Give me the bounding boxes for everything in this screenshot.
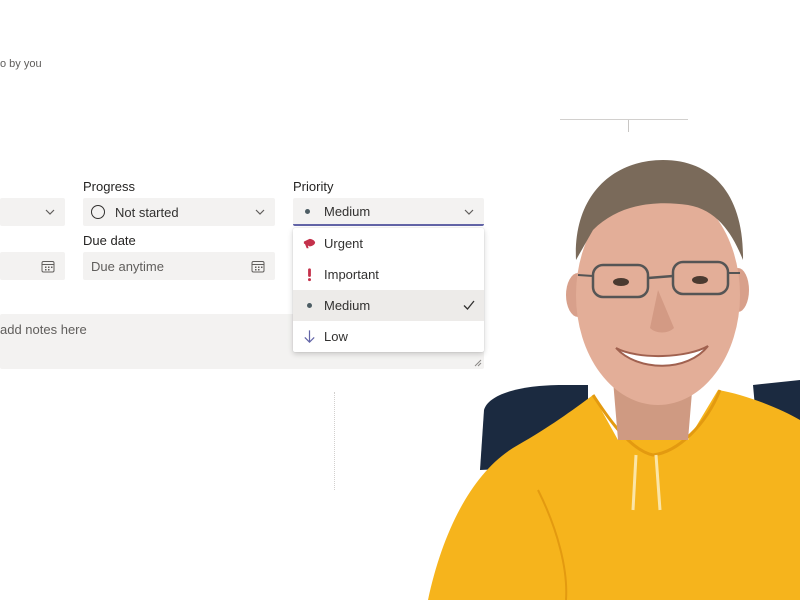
progress-dropdown[interactable]: Not started [83,198,275,226]
calendar-icon [251,261,265,273]
urgent-megaphone-icon [301,236,317,252]
exclamation-icon [301,267,317,283]
dot-icon [305,208,310,214]
arrow-down-icon [301,329,317,345]
not-started-circle-icon [91,205,105,219]
bucket-dropdown[interactable] [0,198,65,226]
calendar-icon [41,261,55,273]
priority-label: Priority [293,179,334,194]
priority-option-label: Medium [324,298,371,313]
presenter-video [428,160,800,600]
priority-option-label: Low [324,329,348,344]
due-date-placeholder: Due anytime [91,258,164,274]
vertical-divider [334,392,335,490]
priority-option-label: Important [324,267,379,282]
notes-placeholder: add notes here [0,322,87,337]
progress-value: Not started [115,204,179,220]
due-date-label: Due date [83,233,136,248]
progress-label: Progress [83,179,136,194]
chevron-down-icon [45,209,55,215]
assigned-by-text: o by you [0,58,42,70]
priority-option-label: Urgent [324,236,364,251]
priority-value: Medium [324,203,371,219]
dot-icon [301,298,317,314]
start-date-field[interactable] [0,252,65,280]
chevron-down-icon [255,209,265,215]
due-date-field[interactable]: Due anytime [83,252,275,280]
